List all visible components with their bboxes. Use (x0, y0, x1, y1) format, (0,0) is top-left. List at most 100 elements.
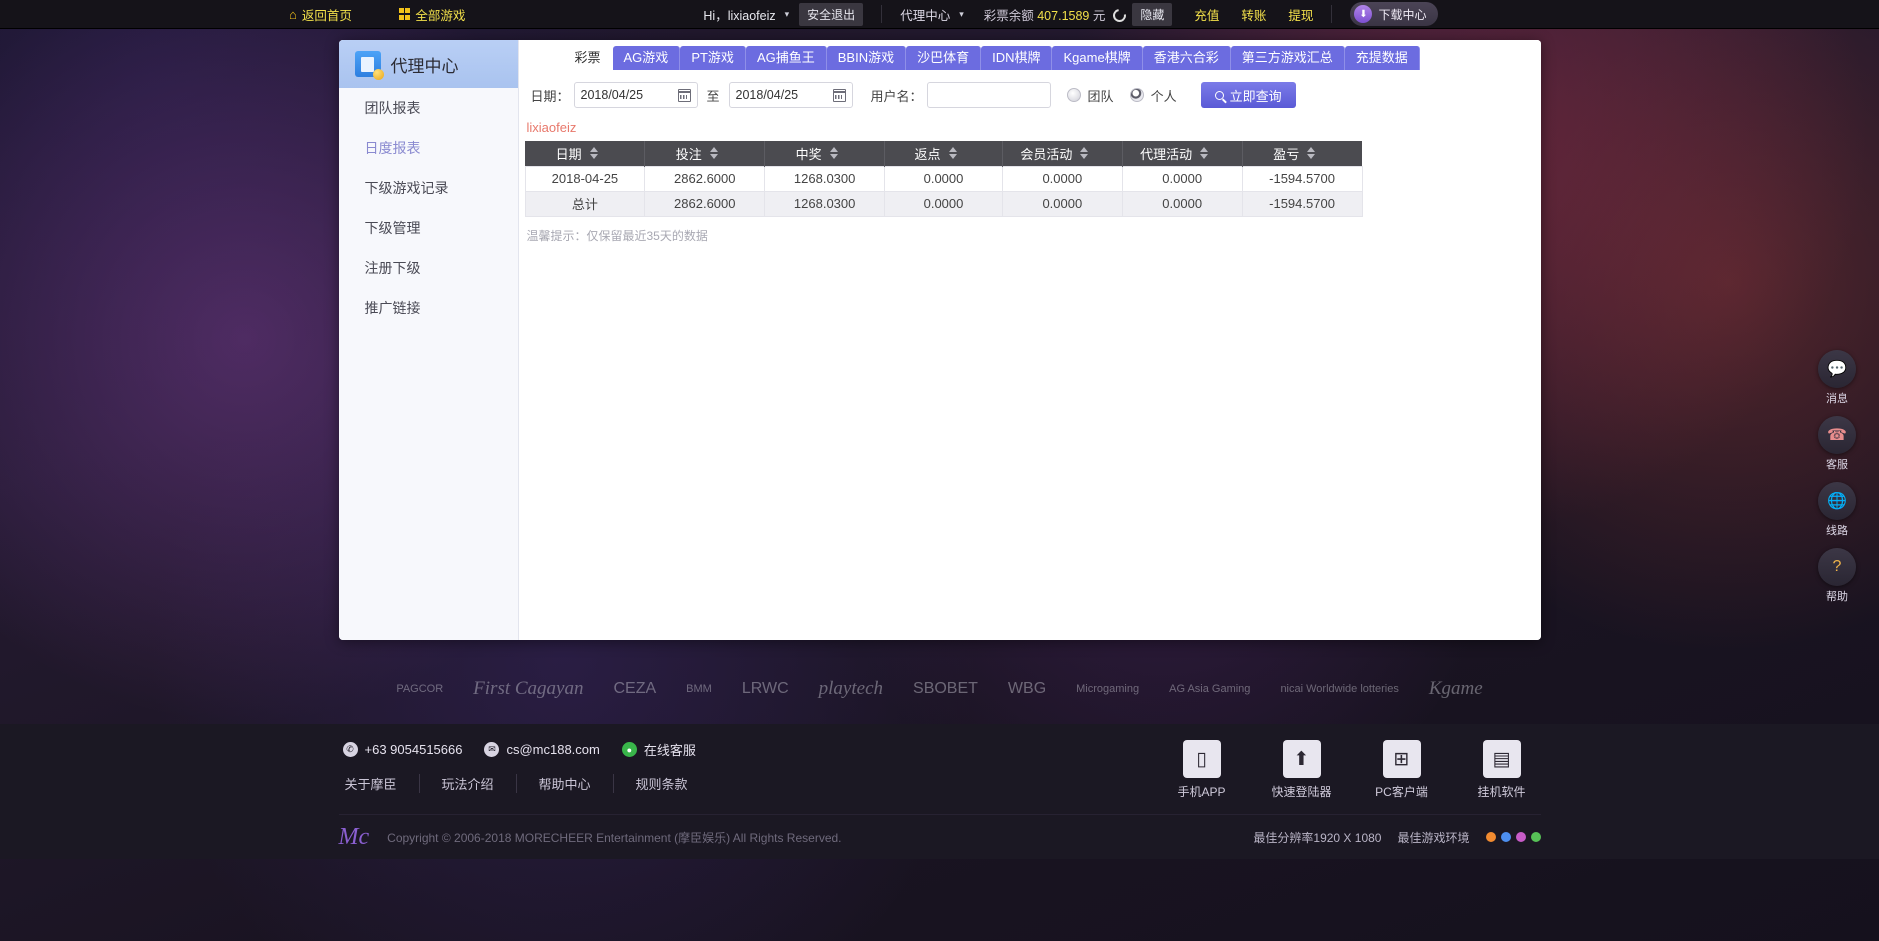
sponsor-logo: Kgame (1428, 678, 1483, 699)
sponsor-logo: playtech (818, 678, 884, 699)
cell-member-activity: 0.0000 (1001, 165, 1123, 192)
tab-deposit-withdraw-data[interactable]: 充提数据 (1344, 46, 1420, 70)
date-from-input[interactable] (580, 88, 678, 102)
footer-email[interactable]: ✉ cs@mc188.com (484, 742, 600, 757)
sidebar-item-label: 日度报表 (364, 140, 421, 156)
sidebar-item-label: 推广链接 (364, 300, 421, 316)
sidebar-item-daily-report[interactable]: 日度报表 (339, 128, 518, 168)
sidebar-item-register-sub[interactable]: 注册下级 (339, 248, 518, 288)
transfer-link[interactable]: 转账 (1241, 5, 1266, 24)
sort-icon[interactable] (589, 147, 598, 160)
date-to-field[interactable] (728, 82, 853, 108)
calendar-icon[interactable] (677, 88, 691, 102)
sort-icon[interactable] (1200, 147, 1209, 160)
app-mobile[interactable]: ▯ 手机APP (1171, 740, 1233, 800)
date-to-input[interactable] (735, 88, 833, 102)
tab-ag-games[interactable]: AG游戏 (612, 46, 681, 70)
column-header-win[interactable]: 中奖 (764, 141, 886, 166)
sponsor-logo: CEZA (613, 680, 657, 697)
hide-balance-button[interactable]: 隐藏 (1132, 2, 1173, 26)
sponsor-logo: LRWC (741, 680, 789, 697)
column-header-rebate[interactable]: 返点 (884, 141, 1003, 166)
rail-item-network[interactable]: 🌐 线路 (1815, 482, 1859, 538)
query-button[interactable]: 立即查询 (1200, 82, 1296, 108)
footer-link-about[interactable]: 关于摩臣 (343, 774, 420, 793)
logout-button[interactable]: 安全退出 (799, 2, 864, 26)
agent-center-label: 代理中心 (900, 8, 951, 23)
safari-icon (1515, 832, 1526, 842)
tab-hk-mark-six[interactable]: 香港六合彩 (1142, 46, 1231, 70)
cell-total-profit-loss: -1594.5700 (1241, 190, 1363, 217)
tab-label: IDN棋牌 (992, 50, 1041, 65)
app-label: PC客户端 (1375, 785, 1428, 799)
deposit-link[interactable]: 充值 (1194, 5, 1219, 24)
back-to-home-label: 返回首页 (301, 8, 352, 23)
chrome-icon (1530, 832, 1541, 842)
cell-total-bet: 2862.6000 (644, 190, 766, 217)
column-header-member-activity[interactable]: 会员活动 (1002, 141, 1123, 166)
tab-idn-poker[interactable]: IDN棋牌 (981, 46, 1053, 70)
rail-item-support[interactable]: ☎ 客服 (1815, 416, 1859, 472)
cell-total-member-activity: 0.0000 (1001, 190, 1123, 217)
sort-icon[interactable] (948, 147, 957, 160)
chat-icon: 💬 (1818, 350, 1856, 388)
column-header-bet[interactable]: 投注 (644, 141, 766, 166)
tab-third-party-summary[interactable]: 第三方游戏汇总 (1230, 46, 1345, 70)
retention-tip: 温馨提示：仅保留最近35天的数据 (526, 228, 708, 243)
user-greeting[interactable]: Hi，lixiaofeiz ▾ (703, 5, 789, 24)
app-auto-software[interactable]: ▤ 挂机软件 (1471, 740, 1533, 800)
rail-item-messages[interactable]: 💬 消息 (1815, 350, 1859, 406)
tab-shaba-sports[interactable]: 沙巴体育 (906, 46, 982, 70)
column-header-date[interactable]: 日期 (525, 141, 646, 166)
sort-icon[interactable] (1080, 147, 1089, 160)
cell-total-win: 1268.0300 (764, 190, 886, 217)
sidebar-item-sub-game-records[interactable]: 下级游戏记录 (339, 168, 518, 208)
radio-team[interactable]: 团队 (1066, 86, 1114, 105)
cell-agent-activity: 0.0000 (1121, 165, 1243, 192)
date-from-field[interactable] (573, 82, 698, 108)
rail-item-help[interactable]: ? 帮助 (1815, 548, 1859, 604)
sort-icon[interactable] (709, 147, 718, 160)
sidebar-item-team-report[interactable]: 团队报表 (339, 88, 518, 128)
radio-team-circle[interactable] (1066, 88, 1081, 102)
download-center-button[interactable]: ⬇ 下载中心 (1350, 2, 1439, 26)
monitor-icon: ▤ (1482, 740, 1521, 778)
sort-icon[interactable] (1307, 147, 1316, 160)
tab-kgame-poker[interactable]: Kgame棋牌 (1052, 46, 1143, 70)
footer-live-chat[interactable]: ● 在线客服 (621, 740, 696, 759)
mail-icon: ✉ (484, 742, 500, 757)
radio-person[interactable]: 个人 (1129, 86, 1177, 105)
tab-ag-fishing[interactable]: AG捕鱼王 (745, 46, 827, 70)
app-label: 手机APP (1177, 785, 1226, 799)
sidebar-item-promo-link[interactable]: 推广链接 (339, 288, 518, 328)
column-label: 盈亏 (1273, 146, 1300, 162)
agent-center-menu[interactable]: 代理中心 ▾ (900, 5, 964, 24)
footer-links: 关于摩臣 玩法介绍 帮助中心 规则条款 (343, 774, 710, 793)
username-input[interactable] (926, 82, 1051, 108)
column-header-profit-loss[interactable]: 盈亏 (1242, 141, 1362, 166)
back-to-home-link[interactable]: ⌂ 返回首页 (289, 5, 352, 24)
footer-link-rules[interactable]: 规则条款 (614, 774, 710, 793)
footer-phone-label: +63 9054515666 (364, 742, 463, 757)
tab-pt-games[interactable]: PT游戏 (680, 46, 746, 70)
tab-bbin-games[interactable]: BBIN游戏 (826, 46, 907, 70)
tab-lottery[interactable]: 彩票 (563, 46, 613, 70)
refresh-icon[interactable] (1110, 5, 1129, 25)
sidebar-item-sub-management[interactable]: 下级管理 (339, 208, 518, 248)
sponsor-logo: nicai Worldwide lotteries (1280, 683, 1399, 695)
rail-item-label: 帮助 (1826, 591, 1848, 603)
app-quick-launcher[interactable]: ⬆ 快速登陆器 (1271, 740, 1333, 800)
withdraw-link[interactable]: 提现 (1288, 5, 1313, 24)
app-pc-client[interactable]: ⊞ PC客户端 (1371, 740, 1433, 800)
footer-link-howto[interactable]: 玩法介绍 (420, 774, 517, 793)
calendar-icon[interactable] (832, 88, 846, 102)
sponsor-logo: PAGCOR (396, 683, 444, 695)
sidebar-item-label: 下级管理 (364, 220, 421, 236)
column-header-agent-activity[interactable]: 代理活动 (1122, 141, 1243, 166)
footer-link-help[interactable]: 帮助中心 (517, 774, 614, 793)
balance-value: 407.1589 (1037, 8, 1090, 23)
sort-icon[interactable] (829, 147, 838, 160)
all-games-link[interactable]: 全部游戏 (398, 5, 465, 24)
radio-person-circle[interactable] (1129, 88, 1144, 102)
browser-icons (1485, 832, 1541, 842)
